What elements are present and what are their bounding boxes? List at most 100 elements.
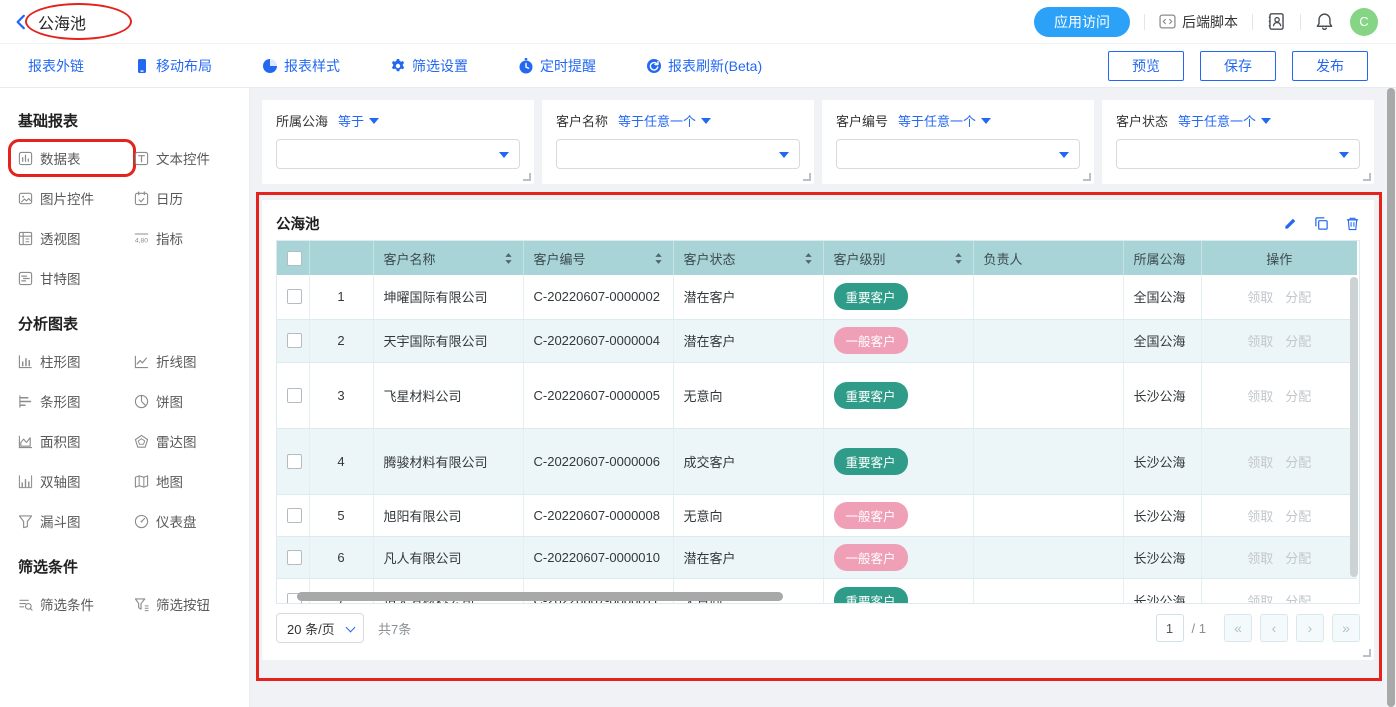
sidebar-item-gantt[interactable]: 甘特图 [18,269,126,287]
resize-handle[interactable] [1363,173,1371,181]
assign-link[interactable]: 分配 [1285,591,1311,604]
sidebar-item-column-chart[interactable]: 柱形图 [18,352,126,370]
row-checkbox[interactable] [287,289,302,304]
claim-link[interactable]: 领取 [1247,452,1273,471]
page-size-select[interactable]: 20 条/页 [276,613,364,643]
claim-link[interactable]: 领取 [1247,591,1273,604]
row-checkbox-cell [277,275,309,319]
assign-link[interactable]: 分配 [1285,331,1311,350]
table-horizontal-scrollbar[interactable] [297,592,783,601]
column-header-inner: 负责人 [984,249,1113,268]
table-row: 3飞星材料公司C-20220607-0000005无意向重要客户长沙公海领取分配 [277,362,1357,428]
actions-cell: 领取分配 [1201,494,1357,536]
assign-link[interactable]: 分配 [1285,386,1311,405]
preview-button[interactable]: 预览 [1108,51,1184,81]
column-header-level[interactable]: 客户级别 [823,241,973,275]
column-header-status[interactable]: 客户状态 [673,241,823,275]
sidebar-item-line-chart[interactable]: 折线图 [134,352,242,370]
row-checkbox[interactable] [287,333,302,348]
sidebar-item-pivot[interactable]: 透视图 [18,229,126,247]
sidebar-item-funnel[interactable]: 漏斗图 [18,512,126,530]
toolbar-item-filter-config[interactable]: 筛选设置 [390,56,468,76]
delete-icon[interactable] [1345,216,1360,231]
first-page-button[interactable]: « [1224,614,1252,642]
assign-link[interactable]: 分配 [1285,287,1311,306]
row-checkbox[interactable] [287,508,302,523]
row-checkbox[interactable] [287,550,302,565]
claim-link[interactable]: 领取 [1247,331,1273,350]
sidebar-item-filter-button[interactable]: 筛选按钮 [134,595,242,613]
filter-operator-dropdown[interactable]: 等于 [338,111,379,130]
sidebar-item-text-widget[interactable]: 文本控件 [134,149,242,167]
save-button[interactable]: 保存 [1200,51,1276,81]
backend-script-button[interactable]: 后端脚本 [1159,12,1238,32]
claim-link[interactable]: 领取 [1247,386,1273,405]
toolbar-item-report-refresh[interactable]: 报表刷新(Beta) [646,56,762,76]
sidebar-item-map[interactable]: 地图 [134,472,242,490]
data-table-widget[interactable]: 公海池 客户名称客户编号客户状态客户级别负责人所属公海操作 1坤曜国际有限公司C… [262,200,1374,660]
divider [1300,14,1301,30]
sidebar-item-bar-chart[interactable]: 条形图 [18,392,126,410]
filter-value-select[interactable] [1116,139,1360,169]
resize-handle[interactable] [1363,649,1371,657]
table-tools [1283,216,1360,231]
resize-handle[interactable] [1083,173,1091,181]
sidebar-item-data-table[interactable]: 数据表 [18,149,126,167]
sort-icon[interactable] [804,252,813,265]
avatar[interactable]: C [1350,8,1378,36]
claim-link[interactable]: 领取 [1247,548,1273,567]
filter-value-select[interactable] [556,139,800,169]
claim-link[interactable]: 领取 [1247,506,1273,525]
resize-handle[interactable] [523,173,531,181]
select-all-checkbox[interactable] [287,251,302,266]
filter-value-select[interactable] [276,139,520,169]
toolbar-item-mobile-layout[interactable]: 移动布局 [134,56,212,76]
topbar-actions: 应用访问 后端脚本 C [1034,7,1378,37]
copy-icon[interactable] [1314,216,1329,231]
prev-page-button[interactable]: ‹ [1260,614,1288,642]
app-access-button[interactable]: 应用访问 [1034,7,1130,37]
bell-icon[interactable] [1315,12,1334,31]
sidebar-item-pie-chart[interactable]: 饼图 [134,392,242,410]
column-header-code[interactable]: 客户编号 [523,241,673,275]
chevron-down-icon [346,623,356,633]
filter-value-select[interactable] [836,139,1080,169]
next-page-button[interactable]: › [1296,614,1324,642]
toolbar-item-report-link[interactable]: 报表外链 [28,56,84,76]
table-vertical-scrollbar[interactable] [1350,277,1358,577]
filter-operator-dropdown[interactable]: 等于任意一个 [898,111,991,130]
sidebar-item-metric[interactable]: 4,80指标 [134,229,242,247]
window-scrollbar-thumb[interactable] [1387,88,1395,707]
sidebar-item-radar-chart[interactable]: 雷达图 [134,432,242,450]
sidebar-item-area-chart[interactable]: 面积图 [18,432,126,450]
sort-icon[interactable] [954,252,963,265]
filter-operator-dropdown[interactable]: 等于任意一个 [618,111,711,130]
sidebar-item-gauge[interactable]: 仪表盘 [134,512,242,530]
sidebar-item-dual-axis[interactable]: 双轴图 [18,472,126,490]
toolbar-item-report-style[interactable]: 报表样式 [262,56,340,76]
sidebar-item-calendar[interactable]: 日历 [134,189,242,207]
sidebar-item-image-widget[interactable]: 图片控件 [18,189,126,207]
row-checkbox[interactable] [287,454,302,469]
contacts-icon[interactable] [1267,12,1286,31]
filter-operator-dropdown[interactable]: 等于任意一个 [1178,111,1271,130]
publish-button[interactable]: 发布 [1292,51,1368,81]
last-page-button[interactable]: » [1332,614,1360,642]
sort-icon[interactable] [654,252,663,265]
sort-icon[interactable] [504,252,513,265]
row-checkbox[interactable] [287,388,302,403]
resize-handle[interactable] [803,173,811,181]
column-header-inner: 客户名称 [384,249,513,268]
customer-level-cell: 重要客户 [823,578,973,603]
assign-link[interactable]: 分配 [1285,452,1311,471]
claim-link[interactable]: 领取 [1247,287,1273,306]
page-number-input[interactable] [1156,614,1184,642]
column-header-name[interactable]: 客户名称 [373,241,523,275]
sidebar-item-filter-condition[interactable]: 筛选条件 [18,595,126,613]
back-icon[interactable] [12,11,34,33]
assign-link[interactable]: 分配 [1285,548,1311,567]
report-toolbar-buttons: 预览 保存 发布 [1108,51,1368,81]
edit-icon[interactable] [1283,216,1298,231]
assign-link[interactable]: 分配 [1285,506,1311,525]
toolbar-item-timed-reminder[interactable]: 定时提醒 [518,56,596,76]
